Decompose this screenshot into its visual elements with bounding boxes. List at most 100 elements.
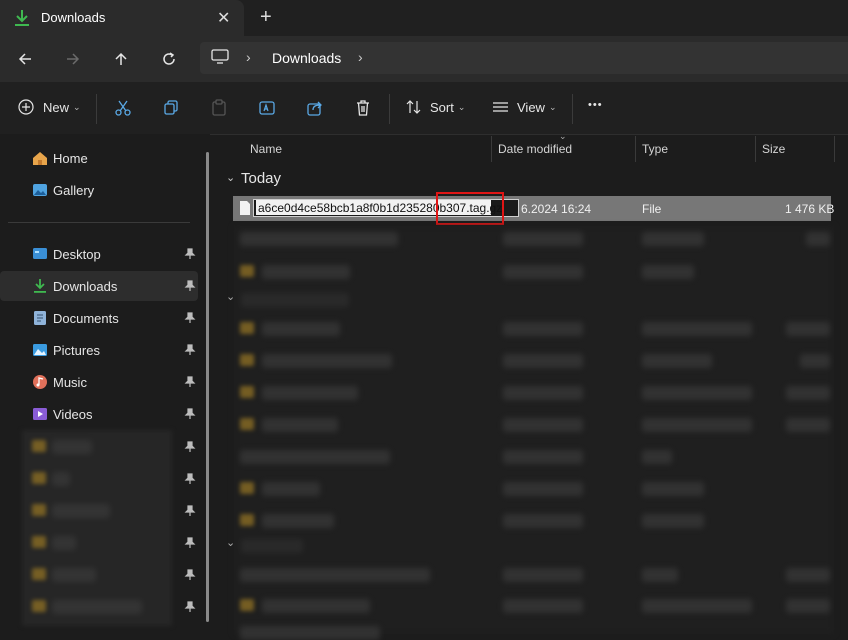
sidebar-item-music[interactable]: Music (0, 367, 198, 397)
pin-icon[interactable] (184, 569, 196, 581)
sidebar-item-home[interactable]: Home (0, 143, 198, 173)
blurred-file-row (240, 450, 390, 464)
blurred-file-row (503, 482, 583, 496)
delete-icon[interactable] (354, 99, 372, 117)
folder-icon (240, 265, 254, 277)
view-button[interactable]: View ⌄ (492, 99, 557, 115)
blurred-file-row (642, 265, 694, 279)
sidebar-item-desktop[interactable]: Desktop (0, 239, 198, 269)
blurred-file-row (262, 265, 350, 279)
blurred-file-row (503, 265, 583, 279)
pin-icon[interactable] (184, 441, 196, 453)
blurred-file-row (262, 514, 334, 528)
new-tab-button[interactable]: + (260, 6, 272, 29)
blurred-file-row (786, 568, 830, 582)
column-header-type[interactable]: Type (642, 142, 668, 156)
up-button[interactable] (109, 48, 133, 70)
view-label: View (517, 99, 545, 115)
new-label: New (43, 99, 70, 115)
tab-downloads[interactable] (0, 0, 244, 36)
breadcrumb-chevron-end[interactable]: › (358, 49, 363, 65)
blurred-file-row (503, 514, 583, 528)
copy-icon[interactable] (162, 99, 180, 117)
column-header-date[interactable]: Date modified (498, 142, 572, 156)
blurred-text (52, 440, 92, 454)
toolbar-divider (572, 94, 573, 124)
blurred-text (52, 472, 70, 486)
gallery-icon (33, 184, 47, 196)
collapse-chevron-icon[interactable]: ⌄ (226, 536, 235, 549)
pin-icon[interactable] (184, 344, 196, 356)
blurred-group-header (241, 539, 303, 553)
paste-icon[interactable] (210, 99, 228, 117)
monitor-icon[interactable] (211, 49, 229, 65)
blurred-file-row (642, 568, 678, 582)
blurred-file-row (642, 232, 704, 246)
collapse-chevron-icon[interactable]: ⌄ (226, 290, 235, 303)
music-icon (33, 375, 47, 389)
new-button[interactable]: New ⌄ (18, 99, 81, 115)
pin-icon[interactable] (184, 376, 196, 388)
home-icon (33, 152, 47, 165)
blurred-text (52, 600, 142, 614)
sidebar-item-pictures[interactable]: Pictures (0, 335, 198, 365)
pin-icon[interactable] (184, 601, 196, 613)
sidebar-item-label: Videos (53, 406, 93, 422)
blurred-file-row (806, 232, 830, 246)
desktop-icon (33, 248, 47, 259)
pin-icon[interactable] (184, 505, 196, 517)
sort-chevron-icon: ⌄ (559, 131, 567, 141)
blurred-text (52, 568, 96, 582)
share-icon[interactable] (306, 99, 324, 117)
sidebar-item-gallery[interactable]: Gallery (0, 175, 198, 205)
back-button[interactable] (13, 48, 37, 70)
pin-icon[interactable] (184, 312, 196, 324)
column-divider[interactable] (635, 136, 636, 162)
sort-button[interactable]: Sort ⌄ (405, 99, 465, 115)
sidebar-item-documents[interactable]: Documents (0, 303, 198, 333)
tab-title: Downloads (41, 10, 106, 25)
pin-icon[interactable] (184, 473, 196, 485)
pin-icon[interactable] (184, 280, 196, 292)
pin-icon[interactable] (184, 408, 196, 420)
sidebar-item-videos[interactable]: Videos (0, 399, 198, 429)
column-header-size[interactable]: Size (762, 142, 785, 156)
pictures-icon (33, 344, 47, 356)
blurred-file-row (503, 322, 583, 336)
pin-icon[interactable] (184, 248, 196, 260)
blurred-group-header (241, 293, 349, 307)
blurred-file-row (642, 514, 704, 528)
folder-icon (240, 354, 254, 366)
refresh-button[interactable] (157, 48, 181, 70)
group-header-today[interactable]: Today (241, 170, 281, 187)
blurred-text (52, 536, 76, 550)
cut-icon[interactable] (114, 99, 132, 117)
forward-button[interactable] (61, 48, 85, 70)
column-divider[interactable] (491, 136, 492, 162)
folder-icon (32, 536, 46, 548)
sidebar-scrollbar[interactable] (206, 152, 209, 622)
more-options-icon[interactable]: ••• (588, 99, 603, 111)
sidebar-item-label: Pictures (53, 342, 100, 358)
column-header-name[interactable]: Name (250, 142, 282, 156)
sort-icon (406, 100, 421, 114)
blurred-file-row (642, 418, 752, 432)
blurred-file-row (262, 599, 370, 613)
videos-icon (33, 408, 47, 420)
pin-icon[interactable] (184, 537, 196, 549)
documents-icon (34, 311, 46, 325)
folder-icon (32, 568, 46, 580)
column-divider[interactable] (755, 136, 756, 162)
blurred-file-row (240, 232, 398, 246)
column-divider[interactable] (834, 136, 835, 162)
breadcrumb-chevron[interactable]: › (246, 49, 251, 65)
collapse-chevron-icon[interactable]: ⌄ (226, 171, 235, 184)
sidebar-item-downloads[interactable]: Downloads (0, 271, 198, 301)
close-tab-icon[interactable]: ✕ (217, 8, 230, 28)
folder-icon (32, 504, 46, 516)
rename-icon[interactable] (258, 99, 276, 117)
blurred-file-row (503, 354, 583, 368)
toolbar-divider (389, 94, 390, 124)
breadcrumb-downloads[interactable]: Downloads (272, 50, 341, 66)
folder-icon (240, 418, 254, 430)
